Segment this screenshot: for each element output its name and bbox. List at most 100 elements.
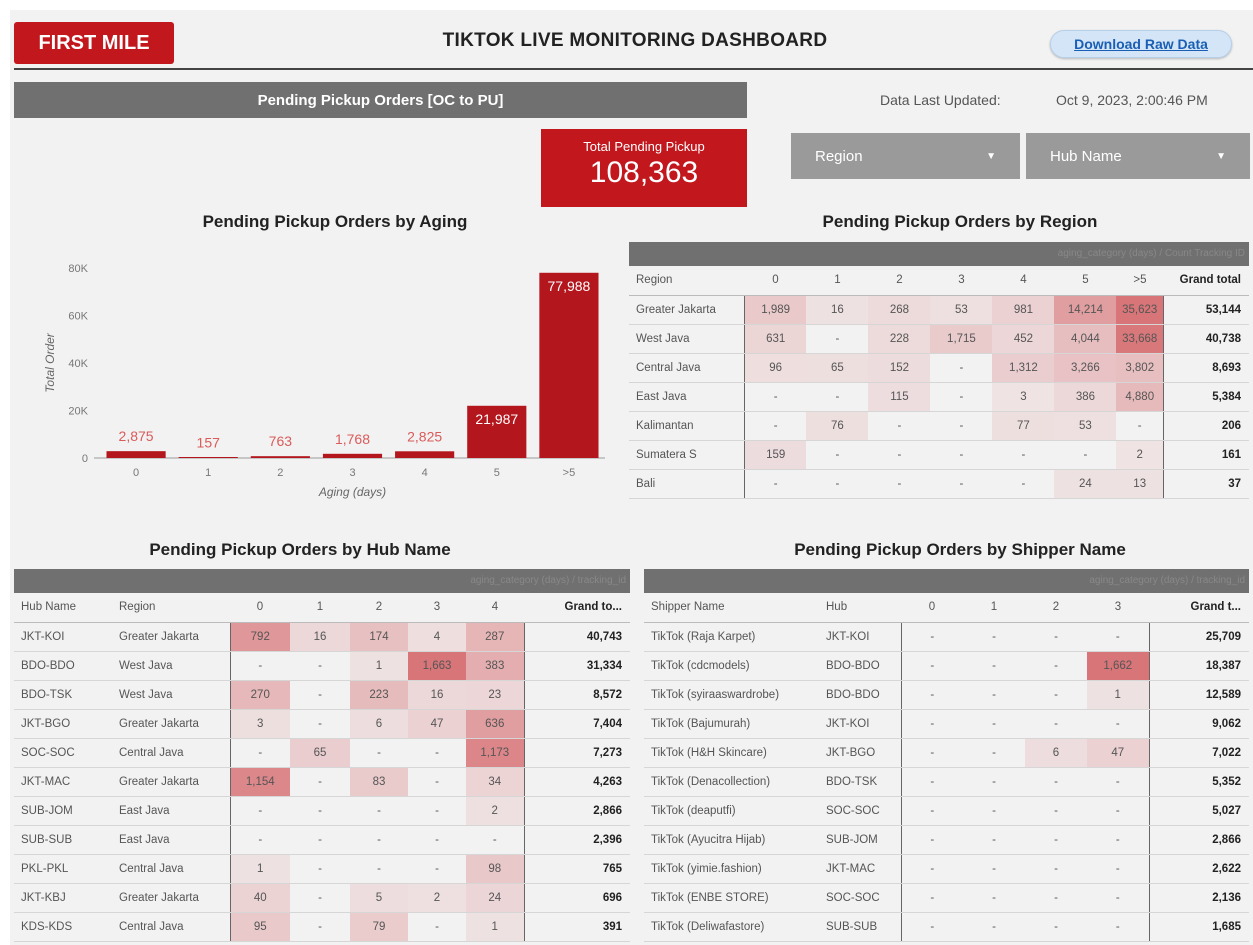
- region-column-header[interactable]: 1: [806, 266, 869, 296]
- region-value-cell: 981: [992, 295, 1055, 325]
- header-divider: [14, 68, 1253, 70]
- shipper-label-cell: TikTok (deaputfi): [644, 796, 819, 826]
- hub-value-cell: 98: [466, 854, 524, 884]
- hub-column-header[interactable]: 3: [408, 593, 466, 623]
- region-column-header[interactable]: >5: [1116, 266, 1164, 296]
- hub-column-header[interactable]: 4: [466, 593, 524, 623]
- hub-value-cell: 5: [350, 883, 408, 913]
- shipper-column-header[interactable]: Shipper Name: [644, 593, 819, 623]
- shipper-column-header[interactable]: 0: [901, 593, 963, 623]
- region-column-header[interactable]: Grand total: [1163, 266, 1249, 296]
- region-table-row: East Java - -115-3 386 4,880 5,384: [629, 382, 1249, 412]
- y-tick-label: 80K: [68, 263, 88, 275]
- shipper-label-cell: SUB-JOM: [819, 825, 901, 855]
- shipper-value-cell: -: [900, 767, 963, 797]
- region-value-cell: 268: [868, 295, 931, 325]
- hub-value-cell: -: [229, 651, 290, 681]
- hub-value-cell: 95: [229, 912, 290, 942]
- hub-table-title: Pending Pickup Orders by Hub Name: [149, 540, 451, 559]
- shipper-label-cell: JKT-KOI: [819, 709, 901, 739]
- hub-total-cell: 4,263: [523, 767, 630, 797]
- hub-value-cell: 1: [350, 651, 408, 681]
- hub-label-cell: West Java: [112, 680, 230, 710]
- hub-label-cell: Central Java: [112, 854, 230, 884]
- region-column-header[interactable]: 4: [992, 266, 1055, 296]
- region-column-header[interactable]: 2: [868, 266, 931, 296]
- hub-column-header[interactable]: 1: [290, 593, 350, 623]
- shipper-column-header[interactable]: 3: [1087, 593, 1149, 623]
- dashboard-page: FIRST MILE TIKTOK LIVE MONITORING DASHBO…: [10, 10, 1253, 945]
- shipper-value-cell: -: [1025, 854, 1087, 884]
- shipper-label-cell: TikTok (Deliwafastore): [644, 912, 819, 942]
- region-table-row: West Java 631-228 1,715 452 4,044 33,668 40,73…: [629, 324, 1249, 354]
- shipper-label-cell: TikTok (yimie.fashion): [644, 854, 819, 884]
- shipper-value-cell: -: [1087, 767, 1149, 797]
- hub-column-header[interactable]: Grand to...: [524, 593, 630, 623]
- region-total-cell: 206: [1162, 411, 1249, 441]
- region-label-cell: Central Java: [629, 353, 745, 383]
- hub-value-cell: 1: [229, 854, 290, 884]
- hub-value-cell: -: [408, 796, 466, 826]
- hub-value-cell: -: [290, 883, 350, 913]
- hub-total-cell: 7,404: [523, 709, 630, 739]
- shipper-value-cell: -: [1087, 883, 1149, 913]
- region-value-cell: 3,802: [1116, 353, 1164, 383]
- hub-value-cell: 2: [408, 883, 466, 913]
- shipper-table-header-bar: aging_category (days) / tracking_id: [644, 569, 1249, 593]
- hub-value-cell: 3: [229, 709, 290, 739]
- shipper-table-row: TikTok (Denacollection) BDO-TSK - - - -5,352: [644, 767, 1249, 797]
- hub-label-cell: KDS-KDS: [14, 912, 112, 942]
- hub-value-cell: 24: [466, 883, 524, 913]
- region-total-cell: 53,144: [1162, 295, 1249, 325]
- last-updated-value: Oct 9, 2023, 2:00:46 PM: [1056, 92, 1208, 108]
- region-value-cell: 14,214: [1054, 295, 1117, 325]
- region-value-cell: 53: [930, 295, 993, 325]
- shipper-table-row: TikTok (H&H Skincare) JKT-BGO - -6 47 7,022: [644, 738, 1249, 768]
- x-axis-title: Aging (days): [318, 485, 386, 499]
- bar-data-label: 157: [197, 435, 221, 451]
- chevron-down-icon: ▼: [986, 150, 996, 162]
- hub-table-row: JKT-MAC Greater Jakarta 1,154-83-34 4,263: [14, 767, 630, 797]
- hub-table-row: JKT-KOI Greater Jakarta 792 16 174 4 287 40,743: [14, 622, 630, 652]
- hub-column-header[interactable]: Region: [112, 593, 230, 623]
- shipper-table-row: TikTok (yimie.fashion) JKT-MAC - - - -2,622: [644, 854, 1249, 884]
- hub-label-cell: BDO-TSK: [14, 680, 112, 710]
- region-value-cell: 2: [1116, 440, 1164, 470]
- region-column-header[interactable]: Region: [629, 266, 745, 296]
- bar-data-label: 2,875: [119, 428, 154, 444]
- shipper-label-cell: SOC-SOC: [819, 796, 901, 826]
- hub-column-header[interactable]: Hub Name: [14, 593, 112, 623]
- region-column-header[interactable]: 0: [744, 266, 807, 296]
- shipper-value-cell: -: [963, 825, 1025, 855]
- y-tick-label: 60K: [68, 311, 88, 323]
- region-column-header[interactable]: 5: [1054, 266, 1117, 296]
- brand-logo: FIRST MILE: [14, 22, 174, 64]
- hub-value-cell: -: [229, 796, 290, 826]
- region-column-header[interactable]: 3: [930, 266, 993, 296]
- shipper-value-cell: -: [900, 883, 963, 913]
- page-title: TIKTOK LIVE MONITORING DASHBOARD: [442, 30, 828, 51]
- shipper-value-cell: -: [1025, 709, 1087, 739]
- shipper-column-header[interactable]: 1: [963, 593, 1025, 623]
- shipper-table-row: TikTok (syiraaswardrobe) BDO-BDO - - -1 12,58…: [644, 680, 1249, 710]
- hub-column-header[interactable]: 0: [230, 593, 290, 623]
- shipper-column-header[interactable]: Hub: [819, 593, 901, 623]
- hub-value-cell: 287: [466, 622, 524, 652]
- hub-filter-label: Hub Name: [1050, 147, 1122, 165]
- region-table-row: Greater Jakarta 1,989 16 268 53 981 14,214 35,6…: [629, 295, 1249, 325]
- hub-column-header[interactable]: 2: [350, 593, 408, 623]
- download-raw-data-button[interactable]: Download Raw Data: [1050, 30, 1232, 58]
- hub-value-cell: -: [408, 767, 466, 797]
- hub-value-cell: 83: [350, 767, 408, 797]
- shipper-value-cell: -: [900, 680, 963, 710]
- hub-filter-dropdown[interactable]: Hub Name ▼: [1026, 133, 1250, 179]
- hub-label-cell: Greater Jakarta: [112, 622, 230, 652]
- shipper-column-header[interactable]: 2: [1025, 593, 1087, 623]
- region-filter-dropdown[interactable]: Region ▼: [791, 133, 1020, 179]
- shipper-value-cell: -: [963, 622, 1025, 652]
- shipper-value-cell: -: [1087, 709, 1149, 739]
- hub-value-cell: 636: [466, 709, 524, 739]
- shipper-column-header[interactable]: Grand t...: [1149, 593, 1249, 623]
- region-value-cell: 228: [868, 324, 931, 354]
- total-pending-pickup-scorecard: Total Pending Pickup 108,363: [541, 129, 747, 207]
